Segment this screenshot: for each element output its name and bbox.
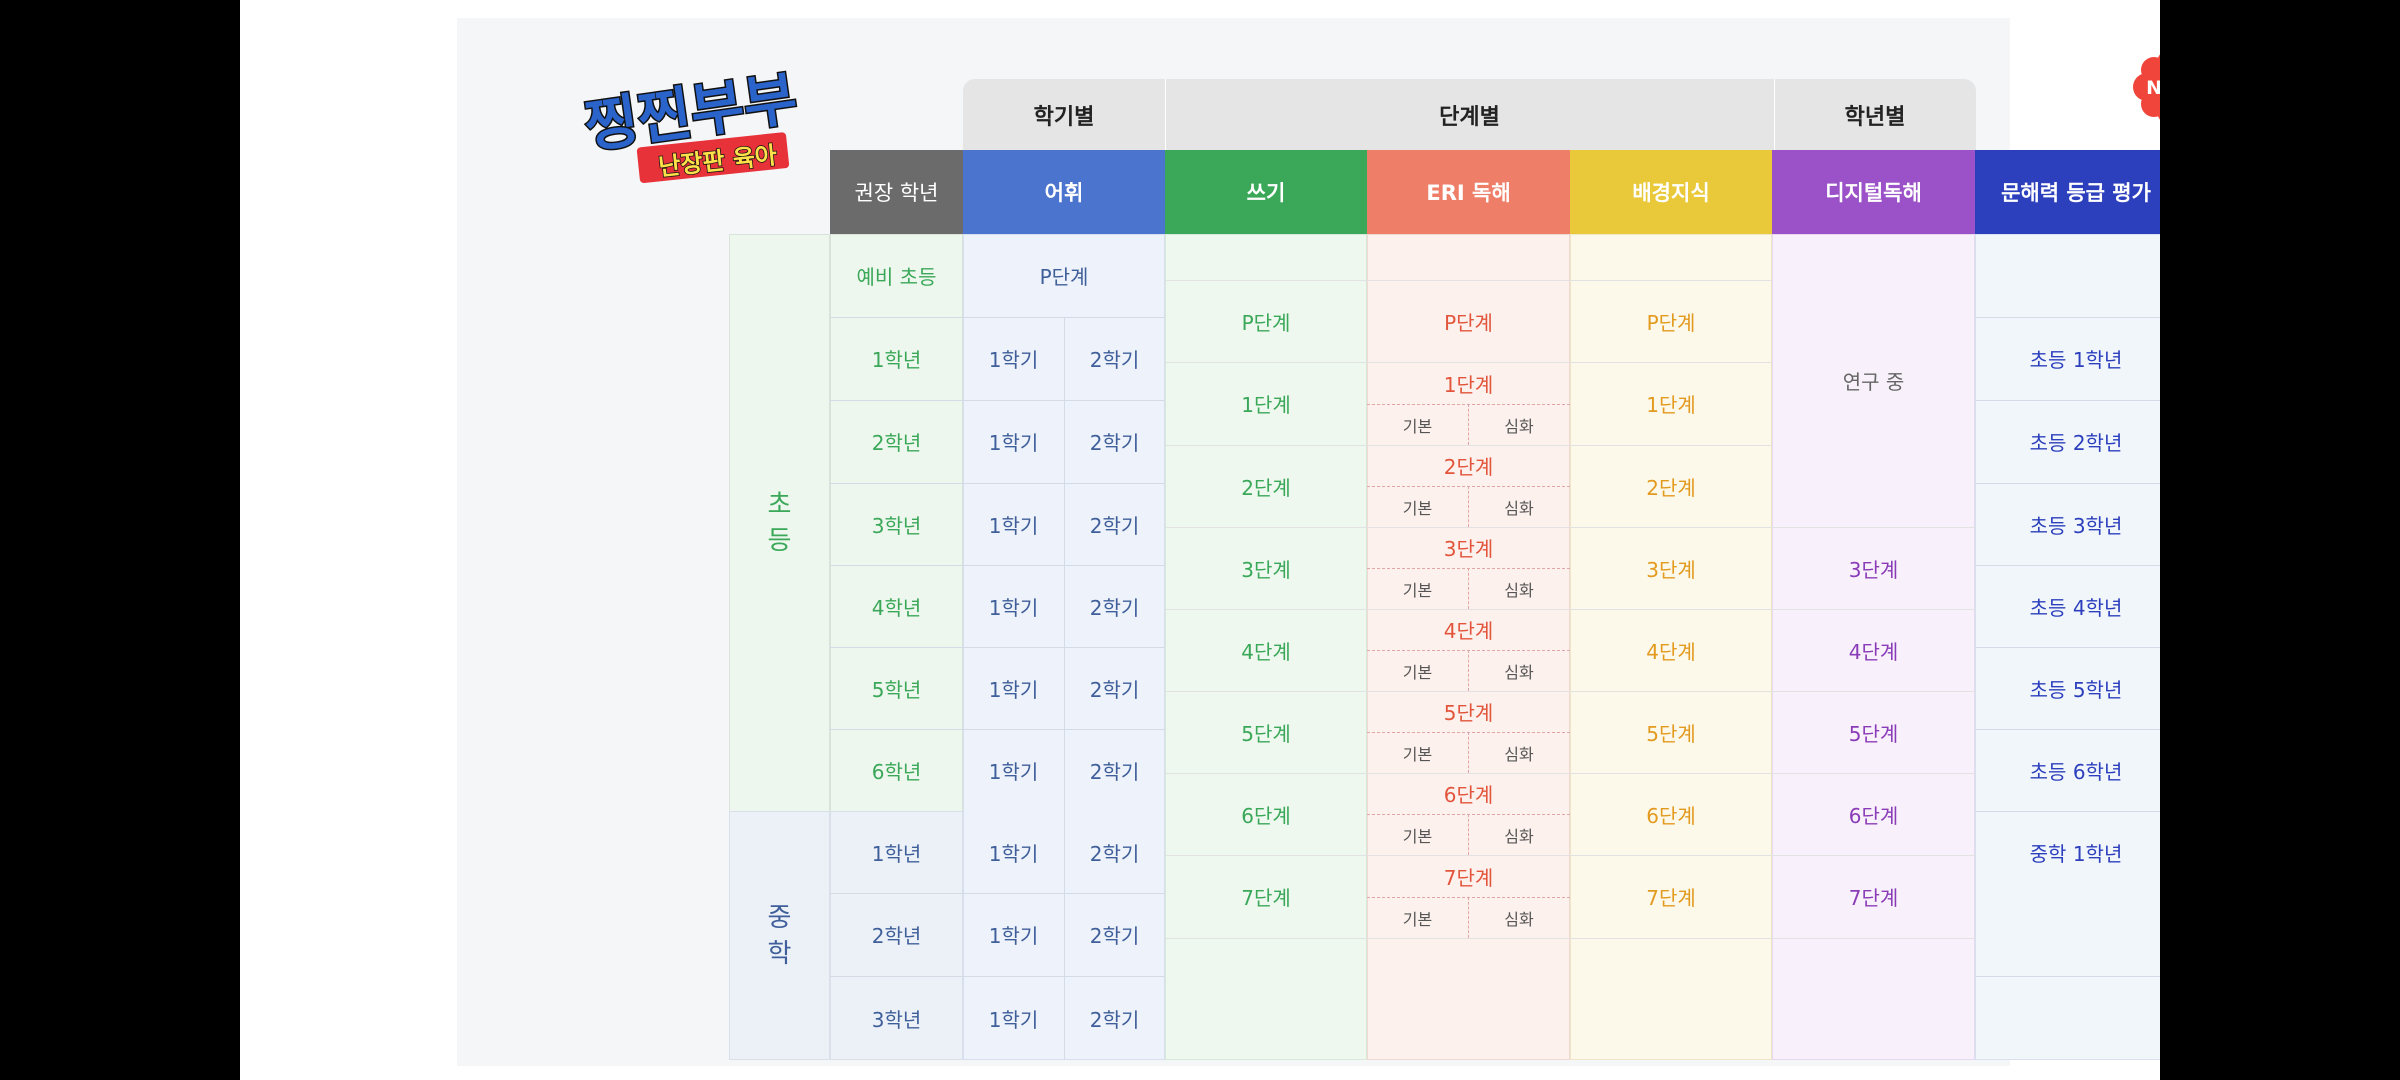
vocab-sem1-row1: 1학기 [988, 348, 1039, 372]
eri-3-basic: 기본 [1402, 580, 1433, 600]
eri-7: 7단계 [1443, 865, 1494, 890]
writing-1: 1단계 [1241, 393, 1291, 417]
writing-2: 2단계 [1241, 475, 1291, 500]
top-header-semester: 학기별 [1033, 104, 1095, 130]
header-writing: 쓰기 [1165, 150, 1367, 234]
grade-m1: 1학년 [871, 841, 922, 866]
vocab-sem2-row5: 2학기 [1089, 677, 1140, 702]
eri-1: 1단계 [1443, 372, 1494, 397]
grade-e1: 1학년 [871, 348, 922, 372]
literacy-e3: 초등 3학년 [2029, 513, 2123, 538]
background-7: 7단계 [1646, 886, 1696, 910]
header-digital: 디지털독해 [1772, 150, 1975, 234]
eri-3-advanced: 심화 [1504, 580, 1534, 600]
vocab-sem2-row1: 2학기 [1089, 348, 1140, 372]
top-header-grade: 학년별 [1844, 104, 1906, 130]
literacy-e6: 초등 6학년 [2029, 759, 2123, 784]
literacy-e1: 초등 1학년 [2029, 348, 2123, 372]
grade-e5: 5학년 [871, 677, 922, 702]
digital-4: 4단계 [1848, 639, 1899, 664]
new-badge-text: NEW [2146, 77, 2160, 99]
literacy-m1: 중학 1학년 [2029, 841, 2123, 866]
vocab-sem2-row8: 2학기 [1089, 924, 1140, 948]
literacy-e4: 초등 4학년 [2029, 595, 2123, 620]
eri-1-advanced: 심화 [1504, 416, 1534, 436]
background-p: P단계 [1646, 310, 1696, 335]
eri-7-basic: 기본 [1402, 909, 1433, 929]
header-recommended-grade: 권장 학년 [830, 150, 963, 234]
grade-e6: 6학년 [871, 759, 922, 784]
background-6: 6단계 [1646, 803, 1696, 828]
digital-5: 5단계 [1848, 721, 1899, 746]
vocab-sem1-row8: 1학기 [988, 924, 1039, 948]
background-2: 2단계 [1646, 475, 1696, 500]
writing-6: 6단계 [1241, 803, 1291, 828]
vocab-sem2-row6: 2학기 [1089, 759, 1140, 784]
eri-3: 3단계 [1443, 537, 1494, 561]
eri-p: P단계 [1444, 310, 1493, 335]
grade-m2: 2학년 [871, 924, 922, 948]
eri-2-basic: 기본 [1402, 498, 1433, 518]
writing-7: 7단계 [1241, 886, 1291, 910]
digital-3: 3단계 [1848, 557, 1899, 582]
writing-5: 5단계 [1241, 721, 1291, 746]
vocab-sem1-row3: 1학기 [988, 513, 1039, 538]
literacy-e5: 초등 5학년 [2029, 677, 2123, 702]
group-elementary: 초 등 [767, 489, 792, 556]
grade-e3: 3학년 [871, 513, 922, 538]
vocab-sem1-row2: 1학기 [988, 431, 1039, 455]
grade-e4: 4학년 [871, 595, 922, 620]
writing-p: P단계 [1241, 310, 1291, 335]
eri-5: 5단계 [1443, 701, 1494, 725]
background-4: 4단계 [1646, 639, 1696, 664]
writing-4: 4단계 [1241, 639, 1291, 664]
eri-6-basic: 기본 [1402, 826, 1433, 846]
screen: 학기별 단계별 학년별 권장 학년 어휘 쓰기 ERI 독해 배경지식 디지털독… [240, 0, 2160, 1080]
new-badge: NEW [2132, 48, 2160, 126]
vocab-sem1-row6: 1학기 [988, 759, 1039, 784]
background-3: 3단계 [1646, 557, 1696, 582]
vocab-sem2-row9: 2학기 [1089, 1007, 1140, 1032]
background-1: 1단계 [1646, 393, 1696, 417]
header-background: 배경지식 [1570, 150, 1772, 234]
eri-6-advanced: 심화 [1504, 826, 1534, 846]
digital-6: 6단계 [1848, 803, 1899, 828]
vocab-sem2-row2: 2학기 [1089, 431, 1140, 455]
eri-5-basic: 기본 [1402, 744, 1433, 764]
eri-6: 6단계 [1443, 783, 1494, 807]
eri-4-basic: 기본 [1402, 662, 1433, 682]
logo-graphic: 찡찐부부 난장판 육아 [579, 62, 803, 184]
grade-m3: 3학년 [871, 1007, 922, 1032]
header-vocab: 어휘 [963, 150, 1165, 234]
eri-4-advanced: 심화 [1504, 662, 1534, 682]
eri-1-basic: 기본 [1402, 416, 1433, 436]
background-5: 5단계 [1646, 721, 1696, 746]
vocab-sem2-row4: 2학기 [1089, 595, 1140, 620]
header-literacy: 문해력 등급 평가 [1975, 150, 2160, 234]
digital-research: 연구 중 [1842, 370, 1905, 394]
digital-7: 7단계 [1848, 886, 1899, 910]
literacy-e2: 초등 2학년 [2029, 431, 2123, 455]
vocab-sem1-row9: 1학기 [988, 1007, 1039, 1032]
eri-2-advanced: 심화 [1504, 498, 1534, 518]
eri-7-advanced: 심화 [1504, 909, 1534, 929]
vocab-sem1-row4: 1학기 [988, 595, 1039, 620]
eri-2: 2단계 [1443, 455, 1494, 479]
channel-logo: 찡찐부부 난장판 육아 [579, 62, 810, 192]
vocab-pre: P단계 [1039, 265, 1089, 289]
vocab-sem2-row7: 2학기 [1089, 841, 1140, 866]
eri-5-advanced: 심화 [1504, 744, 1534, 764]
flower-badge-icon: NEW [2133, 54, 2160, 120]
grade-e2: 2학년 [871, 431, 922, 455]
vocab-sem1-row7: 1학기 [988, 841, 1039, 866]
vocab-sem1-row5: 1학기 [988, 677, 1039, 702]
vocab-sem2-row3: 2학기 [1089, 513, 1140, 538]
top-header-level: 단계별 [1439, 104, 1500, 130]
grade-pre: 예비 초등 [856, 265, 937, 289]
header-eri: ERI 독해 [1367, 150, 1570, 234]
writing-3: 3단계 [1241, 557, 1291, 582]
eri-4: 4단계 [1443, 619, 1494, 643]
group-middle: 중 학 [767, 902, 792, 969]
